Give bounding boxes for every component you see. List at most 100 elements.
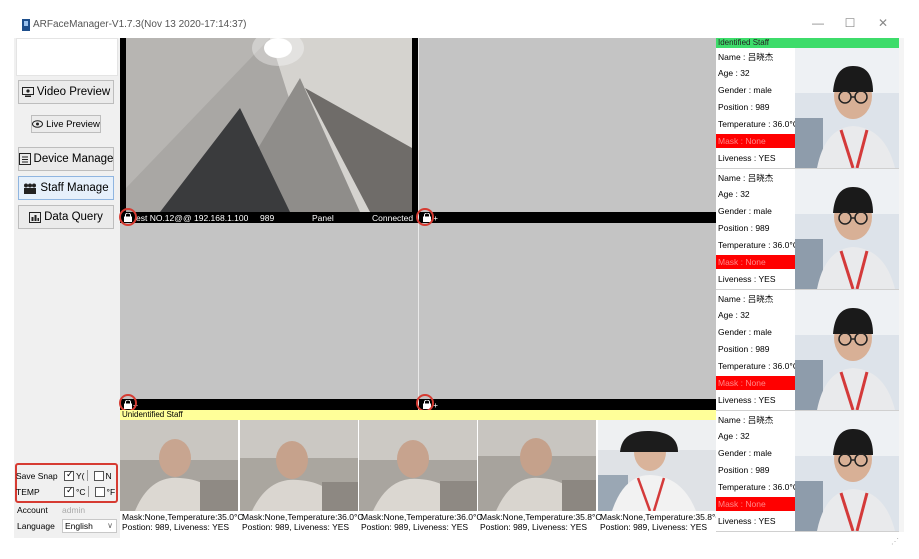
identified-staff-list: Name : 吕晓杰 Age : 32 Gender : male Position …	[716, 48, 899, 532]
temp-fahrenheit-label: °F	[106, 486, 116, 497]
language-row: Language English ∨	[17, 519, 117, 533]
identified-staff-card[interactable]: Name : 吕晓杰 Age : 32 Gender : male Position …	[716, 169, 899, 290]
snapshot-item[interactable]: Mask:None,Temperature:35.0°C Postion: 98…	[120, 420, 244, 532]
identified-staff-card[interactable]: Name : 吕晓杰 Age : 32 Gender : male Position …	[716, 290, 899, 411]
snapshot-item[interactable]: Mask:None,Temperature:35.8°C Postion: 98…	[478, 420, 602, 532]
account-row: Account admin	[17, 505, 85, 515]
save-snap-yes-label: Y(	[76, 470, 85, 481]
resize-grip-icon[interactable]: ⋰	[891, 537, 899, 546]
staff-gender: Gender : male	[718, 327, 772, 337]
snapshot-info: Postion: 989, Liveness: YES	[122, 522, 230, 532]
chevron-down-icon: ∨	[107, 521, 113, 530]
logo-area	[16, 38, 118, 76]
save-snap-no-checkbox[interactable]	[93, 470, 104, 481]
temp-unit-row: TEMP °C °F	[16, 485, 116, 497]
language-select[interactable]: English ∨	[62, 519, 117, 533]
staff-photo	[795, 48, 899, 168]
temp-fahrenheit-checkbox[interactable]	[94, 486, 105, 497]
staff-temperature: Temperature : 36.0°C	[718, 361, 799, 371]
data-query-button[interactable]: Data Query	[18, 205, 114, 229]
staff-mask: Mask : None	[716, 134, 795, 148]
staff-name: Name : 吕晓杰	[718, 415, 774, 425]
save-snap-row: Save Snap Y( N	[16, 469, 112, 481]
temp-celsius-checkbox[interactable]	[64, 485, 74, 497]
monitor-icon	[21, 86, 34, 97]
staff-age: Age : 32	[718, 431, 750, 441]
camera-1-status-bar: est NO.12@ @ 192.168.1.100 989 Panel Con…	[120, 212, 418, 223]
staff-liveness: Liveness : YES	[718, 274, 776, 284]
staff-photo	[795, 290, 899, 410]
language-value: English	[65, 521, 93, 531]
camera-1-status: Connected	[372, 212, 414, 223]
language-label: Language	[17, 521, 55, 531]
snapshot-item[interactable]: Mask:None,Temperature:35.8°C Postion: 98…	[598, 420, 722, 532]
minimize-button[interactable]: —	[806, 13, 830, 33]
snapshot-item[interactable]: Mask:None,Temperature:36.0°C Postion: 98…	[359, 420, 483, 532]
temp-label: TEMP	[16, 486, 40, 497]
snapshot-photo	[478, 420, 596, 511]
divider	[86, 470, 88, 481]
live-preview-button[interactable]: Live Preview	[31, 115, 101, 133]
live-preview-label: Live Preview	[46, 118, 100, 130]
staff-temperature: Temperature : 36.0°C	[718, 482, 799, 492]
camera-1-name: est NO.12@	[136, 212, 183, 223]
staff-liveness: Liveness : YES	[718, 516, 776, 526]
title-bar: ARFaceManager-V1.7.3(Nov 13 2020-17:14:3…	[0, 0, 919, 36]
staff-manage-button[interactable]: Staff Manage	[18, 176, 114, 200]
chart-icon	[29, 211, 42, 223]
identified-staff-card[interactable]: Name : 吕晓杰 Age : 32 Gender : male Position …	[716, 411, 899, 532]
video-grid: est NO.12@ @ 192.168.1.100 989 Panel Con…	[119, 38, 716, 412]
account-value: admin	[62, 505, 86, 515]
camera-1-mode: Panel	[312, 212, 334, 223]
identified-staff-card[interactable]: Name : 吕晓杰 Age : 32 Gender : male Position …	[716, 48, 899, 169]
save-snap-yes-checkbox[interactable]	[64, 469, 74, 481]
scrollbar-track[interactable]	[899, 38, 904, 532]
snapshot-info: Mask:None,Temperature:35.0°C	[122, 512, 244, 522]
staff-age: Age : 32	[718, 68, 750, 78]
staff-name: Name : 吕晓杰	[718, 294, 774, 304]
staff-position: Position : 989	[718, 465, 770, 475]
data-query-label: Data Query	[44, 211, 103, 223]
staff-mask: Mask : None	[716, 376, 795, 390]
snapshot-info: Mask:None,Temperature:36.0°C	[242, 512, 364, 522]
video-preview-label: Video Preview	[36, 86, 111, 98]
maximize-button[interactable]: ☐	[838, 13, 862, 33]
staff-age: Age : 32	[718, 310, 750, 320]
people-icon	[24, 183, 37, 194]
camera-4-status-bar: +	[419, 399, 716, 410]
staff-liveness: Liveness : YES	[718, 395, 776, 405]
identified-staff-header: Identified Staff	[716, 38, 899, 48]
snapshot-photo	[598, 420, 716, 511]
staff-manage-label: Staff Manage	[40, 182, 109, 194]
sidebar: Video Preview Live Preview Device Manage…	[14, 38, 120, 538]
camera-2-status-bar: +	[419, 212, 716, 223]
staff-photo	[795, 411, 899, 531]
staff-temperature: Temperature : 36.0°C	[718, 240, 799, 250]
snapshot-info: Mask:None,Temperature:36.0°C	[361, 512, 483, 522]
account-label: Account	[17, 505, 48, 515]
unidentified-snapshot-list: Mask:None,Temperature:35.0°C Postion: 98…	[120, 420, 722, 532]
staff-position: Position : 989	[718, 102, 770, 112]
app-icon	[22, 19, 30, 31]
staff-position: Position : 989	[718, 223, 770, 233]
staff-age: Age : 32	[718, 189, 750, 199]
staff-position: Position : 989	[718, 344, 770, 354]
camera-1-address: @ 192.168.1.100	[183, 212, 249, 223]
snapshot-info: Postion: 989, Liveness: YES	[480, 522, 588, 532]
snapshot-info: Mask:None,Temperature:35.8°C	[600, 512, 722, 522]
device-manage-button[interactable]: Device Manage	[18, 147, 114, 171]
staff-photo	[795, 169, 899, 289]
status-bar	[14, 538, 904, 546]
camera-feed-1[interactable]	[120, 38, 418, 212]
temp-celsius-label: °C	[76, 486, 86, 497]
snapshot-photo	[359, 420, 477, 511]
snapshot-info: Mask:None,Temperature:35.8°C	[480, 512, 602, 522]
snapshot-item[interactable]: Mask:None,Temperature:36.0°C Postion: 98…	[240, 420, 364, 532]
video-preview-button[interactable]: Video Preview	[18, 80, 114, 104]
staff-gender: Gender : male	[718, 448, 772, 458]
camera-image	[126, 38, 412, 212]
close-button[interactable]: ✕	[871, 13, 895, 33]
staff-gender: Gender : male	[718, 85, 772, 95]
snapshot-photo	[240, 420, 358, 511]
camera-1-id: 989	[260, 212, 275, 223]
